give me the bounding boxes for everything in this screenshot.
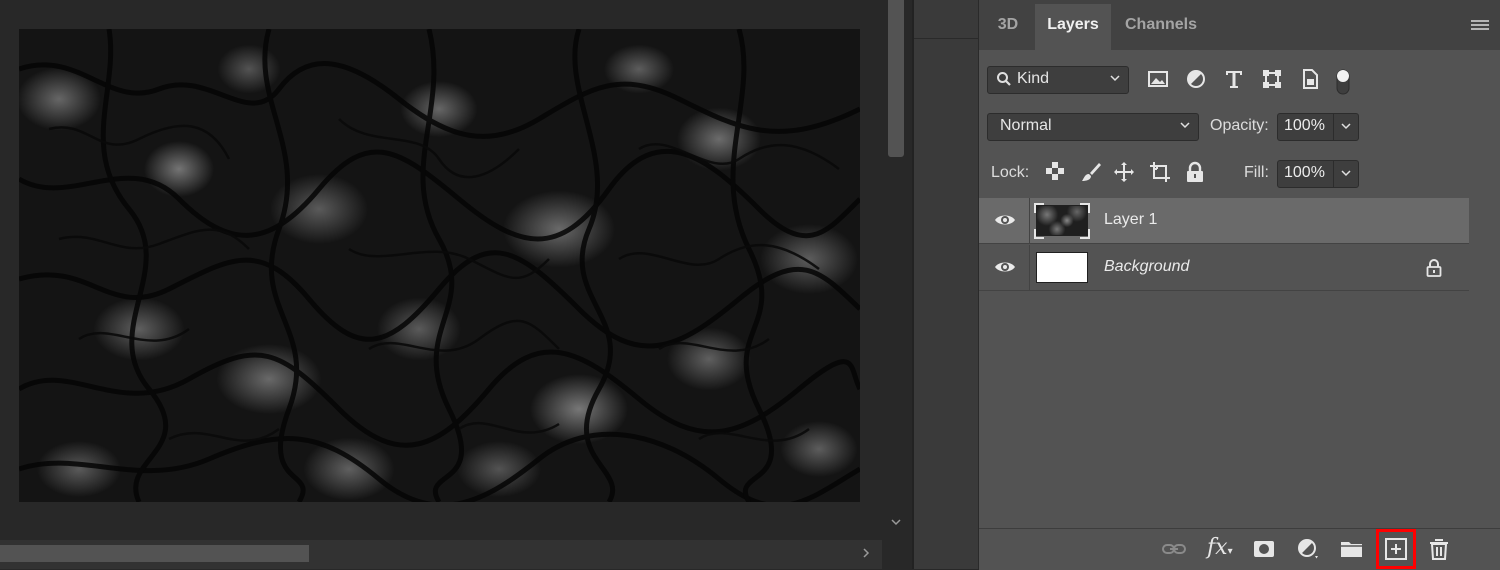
hamburger-menu-icon[interactable]	[1471, 20, 1489, 34]
layer-name[interactable]: Layer 1	[1104, 211, 1157, 229]
layer-row[interactable]: Layer 1	[979, 198, 1469, 244]
vertical-scroll-thumb[interactable]	[888, 0, 904, 157]
new-group-folder-icon[interactable]	[1339, 537, 1365, 561]
fill-label: Fill:	[1244, 164, 1269, 181]
tab-channels[interactable]: Channels	[1113, 4, 1209, 50]
panel-dock-column	[912, 0, 980, 569]
tab-3d[interactable]: 3D	[983, 4, 1033, 50]
cloud-texture-veins	[19, 29, 860, 502]
fx-label: fx	[1207, 535, 1228, 560]
layer-name[interactable]: Background	[1104, 258, 1189, 276]
layer-thumbnail[interactable]	[1036, 252, 1088, 283]
filter-toggle-icon[interactable]	[1335, 68, 1359, 95]
search-icon	[996, 71, 1012, 92]
layers-list: Layer 1 Background	[979, 198, 1469, 528]
lock-icon[interactable]	[1426, 259, 1442, 282]
opacity-label: Opacity:	[1210, 117, 1269, 134]
filter-kind-label: Kind	[1017, 70, 1050, 87]
layers-footer-toolbar: fx▾	[979, 528, 1500, 570]
lock-fill-row: Lock: Fill: 100%	[987, 158, 1487, 188]
vertical-scrollbar[interactable]	[882, 0, 912, 540]
shape-layer-filter-icon[interactable]	[1261, 68, 1285, 92]
layers-panel-scrollbar[interactable]	[1469, 198, 1500, 528]
document-area	[0, 0, 882, 540]
visibility-toggle[interactable]	[979, 198, 1030, 243]
blend-opacity-row: Normal Opacity: 100%	[987, 113, 1487, 141]
chevron-down-icon[interactable]	[1339, 119, 1353, 138]
opacity-value: 100%	[1284, 117, 1325, 134]
opacity-field[interactable]: 100%	[1277, 113, 1359, 141]
lock-transparent-pixels-icon[interactable]	[1045, 161, 1067, 183]
smart-object-filter-icon[interactable]	[1299, 68, 1323, 92]
fill-field[interactable]: 100%	[1277, 160, 1359, 188]
blend-mode-select[interactable]: Normal	[987, 113, 1199, 141]
panel-tab-bar: 3D Layers Channels	[979, 0, 1500, 50]
eye-icon[interactable]	[994, 212, 1016, 233]
scroll-down-icon[interactable]	[888, 516, 904, 532]
link-layers-icon[interactable]	[1161, 537, 1187, 561]
type-layer-filter-icon[interactable]	[1223, 68, 1247, 92]
new-layer-icon[interactable]	[1383, 537, 1409, 561]
layers-panel: 3D Layers Channels Kind Normal Opacity: …	[978, 0, 1500, 570]
prevent-autonest-icon[interactable]	[1149, 161, 1171, 183]
tab-layers[interactable]: Layers	[1035, 4, 1111, 50]
blend-mode-value: Normal	[1000, 117, 1052, 134]
pixel-layer-filter-icon[interactable]	[1147, 68, 1171, 92]
layer-filter-row: Kind	[987, 66, 1487, 96]
dock-slot	[914, 0, 980, 39]
lock-all-icon[interactable]	[1185, 161, 1207, 183]
delete-layer-icon[interactable]	[1426, 537, 1452, 561]
layer-row[interactable]: Background	[979, 245, 1469, 291]
chevron-down-icon	[1108, 71, 1122, 90]
chevron-down-icon	[1178, 118, 1192, 137]
filter-kind-select[interactable]: Kind	[987, 66, 1129, 94]
adjustment-layer-filter-icon[interactable]	[1185, 68, 1209, 92]
fill-value: 100%	[1284, 164, 1325, 181]
visibility-toggle[interactable]	[979, 245, 1030, 290]
layer-style-fx-icon[interactable]: fx▾	[1207, 535, 1233, 560]
lock-position-icon[interactable]	[1113, 161, 1135, 183]
lock-image-pixels-icon[interactable]	[1080, 161, 1102, 183]
horizontal-scrollbar[interactable]	[0, 540, 882, 569]
chevron-down-icon[interactable]	[1339, 166, 1353, 185]
lock-label: Lock:	[991, 164, 1030, 181]
eye-icon[interactable]	[994, 259, 1016, 280]
image-canvas[interactable]	[19, 29, 860, 502]
add-mask-icon[interactable]	[1251, 537, 1277, 561]
adjustment-layer-icon[interactable]	[1295, 537, 1321, 561]
scroll-right-icon[interactable]	[858, 546, 874, 562]
horizontal-scroll-thumb[interactable]	[0, 545, 309, 562]
